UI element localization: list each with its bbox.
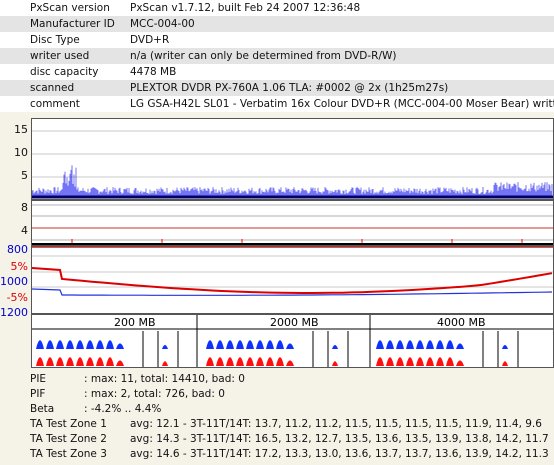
info-key: Manufacturer ID (30, 18, 115, 30)
zone-2-blue-peaks (376, 340, 464, 349)
zone-1-blue-peaks (206, 340, 294, 349)
zone-0-blue-extra (162, 345, 168, 349)
stat-row-beta: Beta : -4.2% .. 4.4% (0, 402, 554, 417)
info-row-version: PxScan version PxScan v1.7.12, built Feb… (0, 0, 554, 16)
info-key: disc capacity (30, 66, 99, 78)
stat-key: TA Test Zone 3 (30, 448, 107, 460)
zone-1-red-peaks (206, 357, 294, 366)
pif-tick-4: 4 (21, 224, 28, 237)
jitter-tick-1200: 1200 (0, 306, 28, 319)
scan-graphs: 15 10 5 8 4 800 5% 1000 -5% 1200 200 MB … (0, 118, 554, 368)
stat-row-ta-zone-1: TA Test Zone 1 avg: 12.1 - 3T-11T/14T: 1… (0, 417, 554, 432)
pif-graph-canvas (32, 204, 553, 245)
pif-tick-8: 8 (21, 201, 28, 214)
info-key: Disc Type (30, 34, 80, 46)
stat-value: : -4.2% .. 4.4% (84, 403, 162, 415)
zone-0-red-extra (162, 361, 168, 366)
pie-tick-5: 5 (21, 169, 28, 182)
zone-label-200mb: 200 MB (114, 316, 156, 329)
info-row-disc-type: Disc Type DVD+R (0, 32, 554, 48)
jitter-tick-1000: 1000 (0, 275, 28, 288)
stat-value: : max: 2, total: 726, bad: 0 (84, 388, 225, 400)
pie-graph-canvas (32, 130, 553, 199)
pif-graph (31, 200, 554, 246)
zone-0-red-peaks (36, 357, 124, 366)
stat-key: PIF (30, 388, 46, 400)
info-value: n/a (writer can only be determined from … (130, 50, 397, 62)
info-value: 4478 MB (130, 66, 177, 78)
stat-row-ta-zone-3: TA Test Zone 3 avg: 14.6 - 3T-11T/14T: 1… (0, 447, 554, 462)
beta-tick-minus5: -5% (6, 291, 28, 304)
info-row-writer: writer used n/a (writer can only be dete… (0, 48, 554, 64)
zone-1-blue-extra (332, 345, 338, 349)
zone-2-blue-extra (502, 345, 508, 349)
info-row-scanned: scanned PLEXTOR DVDR PX-760A 1.06 TLA: #… (0, 80, 554, 96)
zone-1-red-extra (332, 361, 338, 366)
info-row-capacity: disc capacity 4478 MB (0, 64, 554, 80)
jitter-beta-canvas (32, 247, 553, 296)
info-value: MCC-004-00 (130, 18, 195, 30)
jitter-tick-800: 800 (7, 243, 28, 256)
zone-2-red-extra (502, 361, 508, 366)
pie-graph (31, 118, 554, 200)
info-value: DVD+R (130, 34, 170, 46)
pie-tick-15: 15 (14, 123, 28, 136)
pie-tick-10: 10 (14, 146, 28, 159)
zone-2-red-peaks (376, 357, 464, 366)
ta-zones-graph: 200 MB 2000 MB 4000 MB (31, 314, 554, 368)
ta-zones-canvas: 200 MB 2000 MB 4000 MB (32, 315, 553, 367)
info-key: comment (30, 98, 80, 110)
info-value: LG GSA-H42L SL01 - Verbatim 16x Colour D… (130, 98, 554, 110)
stat-value: avg: 12.1 - 3T-11T/14T: 13.7, 11.2, 11.2… (130, 418, 542, 430)
stat-key: TA Test Zone 1 (30, 418, 107, 430)
stat-value: : max: 11, total: 14410, bad: 0 (84, 373, 245, 385)
scan-summary: PIE : max: 11, total: 14410, bad: 0 PIF … (0, 372, 554, 465)
info-value: PLEXTOR DVDR PX-760A 1.06 TLA: #0002 @ 2… (130, 82, 449, 94)
stat-value: avg: 14.6 - 3T-11T/14T: 17.2, 13.3, 13.0… (130, 448, 549, 460)
stat-key: TA Test Zone 2 (30, 433, 107, 445)
zone-label-4000mb: 4000 MB (437, 316, 486, 329)
stat-key: PIE (30, 373, 47, 385)
stat-row-ta-zone-2: TA Test Zone 2 avg: 14.3 - 3T-11T/14T: 1… (0, 432, 554, 447)
info-value: PxScan v1.7.12, built Feb 24 2007 12:36:… (130, 2, 361, 14)
info-key: writer used (30, 50, 90, 62)
info-row-comment: comment LG GSA-H42L SL01 - Verbatim 16x … (0, 96, 554, 112)
zone-label-2000mb: 2000 MB (270, 316, 319, 329)
pie-bars (32, 165, 553, 198)
jitter-beta-graph (31, 246, 554, 314)
info-key: PxScan version (30, 2, 110, 14)
info-key: scanned (30, 82, 75, 94)
stat-value: avg: 14.3 - 3T-11T/14T: 16.5, 13.2, 12.7… (130, 433, 549, 445)
zone-0-blue-peaks (36, 340, 124, 349)
stat-row-pie: PIE : max: 11, total: 14410, bad: 0 (0, 372, 554, 387)
info-row-manufacturer: Manufacturer ID MCC-004-00 (0, 16, 554, 32)
beta-tick-plus5: 5% (10, 260, 28, 273)
stat-key: Beta (30, 403, 55, 415)
stat-row-pif: PIF : max: 2, total: 726, bad: 0 (0, 387, 554, 402)
